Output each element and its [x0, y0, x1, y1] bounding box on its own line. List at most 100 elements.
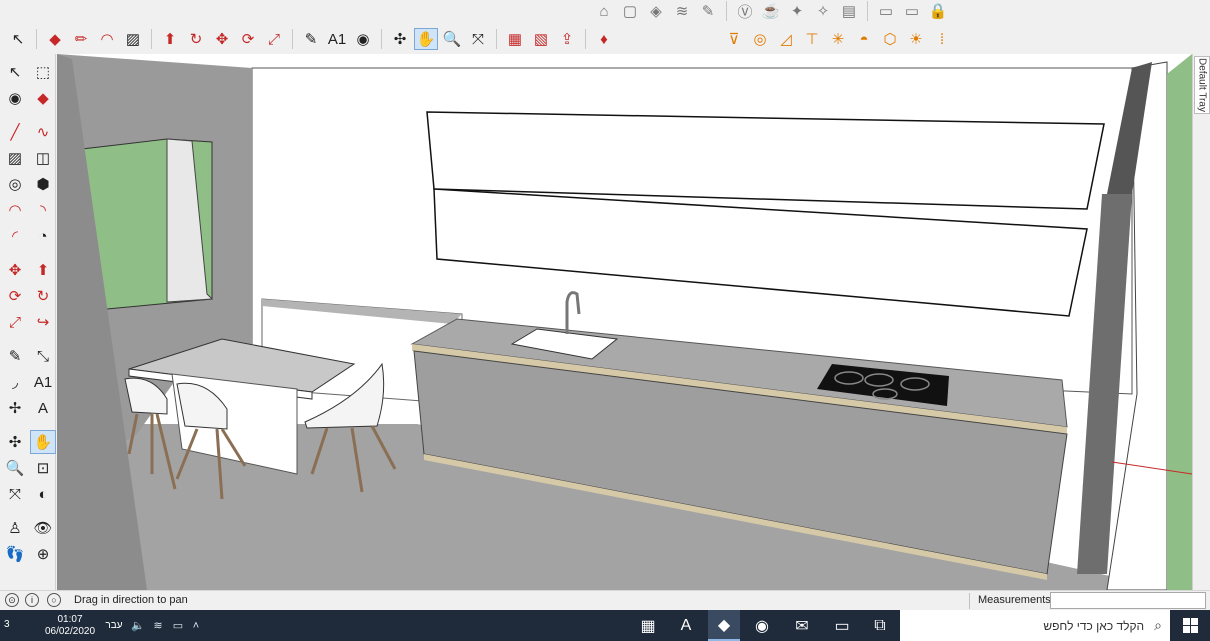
- pan-icon[interactable]: ✋: [30, 430, 56, 454]
- ruby-icon[interactable]: ♦: [592, 28, 616, 50]
- paint-icon[interactable]: ✦: [785, 0, 809, 22]
- sketchup-icon[interactable]: ◆: [708, 610, 740, 641]
- rectangle-tool-icon[interactable]: ▨: [121, 28, 145, 50]
- pie-icon[interactable]: ◔: [30, 224, 56, 248]
- orbit-tool-icon[interactable]: ✣: [388, 28, 412, 50]
- stamp-icon[interactable]: ⊤: [800, 28, 824, 50]
- styles-sandbox-icon[interactable]: ⌂: [592, 0, 616, 22]
- start-button[interactable]: [1170, 610, 1210, 641]
- offset-icon[interactable]: ↪: [30, 310, 56, 334]
- printer-icon[interactable]: ▤: [837, 0, 861, 22]
- info-icon[interactable]: i: [25, 593, 39, 607]
- tape-measure-tool-icon[interactable]: ✎: [299, 28, 323, 50]
- chevron-up-icon[interactable]: ˄: [188, 610, 204, 641]
- orbit-icon[interactable]: ✣: [2, 430, 28, 454]
- pencil-tool-icon[interactable]: ✏: [69, 28, 93, 50]
- sun-icon[interactable]: ☀: [904, 28, 928, 50]
- rotate-icon[interactable]: ⟳: [2, 284, 28, 308]
- pushpull-tool-icon[interactable]: ⬆: [158, 28, 182, 50]
- follow-me-tool-icon[interactable]: ↻: [184, 28, 208, 50]
- grass-icon[interactable]: ≋: [670, 0, 694, 22]
- flip-edge-icon[interactable]: ⬡: [878, 28, 902, 50]
- window2-icon[interactable]: ▭: [900, 0, 924, 22]
- zoom-extents-icon[interactable]: ⤧: [2, 482, 28, 506]
- share-model-icon[interactable]: ⇪: [555, 28, 579, 50]
- zoom-window-icon[interactable]: ⊡: [30, 456, 56, 480]
- line-icon[interactable]: ╱: [2, 120, 28, 144]
- battery-icon[interactable]: ▭: [170, 610, 186, 641]
- previous-view-icon[interactable]: ◐: [30, 482, 56, 506]
- eraser-icon[interactable]: ◆: [30, 86, 56, 110]
- move-tool-icon[interactable]: ✥: [210, 28, 234, 50]
- paint-bucket-icon[interactable]: ◉: [2, 86, 28, 110]
- dimension-icon[interactable]: ⤡: [30, 344, 56, 368]
- section-icon[interactable]: ⦙: [930, 28, 954, 50]
- sandbox-from-contours-icon[interactable]: ⊽: [722, 28, 746, 50]
- move-icon[interactable]: ✥: [2, 258, 28, 282]
- box-iso-icon[interactable]: ◈: [644, 0, 668, 22]
- polygon-icon[interactable]: ⬢: [30, 172, 56, 196]
- rotate-tool-icon[interactable]: ⟳: [236, 28, 260, 50]
- language-indicator[interactable]: עבר: [104, 610, 124, 641]
- notification-count[interactable]: 3: [4, 619, 10, 630]
- look-around-icon[interactable]: 👁: [30, 516, 56, 540]
- lamp-icon[interactable]: ✧: [811, 0, 835, 22]
- pushpull-icon[interactable]: ⬆: [30, 258, 56, 282]
- select-icon[interactable]: ↖: [2, 60, 28, 84]
- arc-tool-icon[interactable]: ◠: [95, 28, 119, 50]
- warehouse-icon[interactable]: ▦: [503, 28, 527, 50]
- component-icon[interactable]: ⬚: [30, 60, 56, 84]
- autocad-icon[interactable]: A: [670, 610, 702, 641]
- circle-icon[interactable]: ◎: [2, 172, 28, 196]
- calculator-icon[interactable]: ▦: [632, 610, 664, 641]
- rotated-rectangle-icon[interactable]: ◫: [30, 146, 56, 170]
- paint-bucket-tool-icon[interactable]: ◉: [351, 28, 375, 50]
- default-tray-tab[interactable]: Default Tray: [1194, 56, 1210, 114]
- volume-icon[interactable]: 🔈: [130, 610, 146, 641]
- chrome-icon[interactable]: ◉: [746, 610, 778, 641]
- feather-icon[interactable]: ✎: [696, 0, 720, 22]
- walk-icon[interactable]: 👣: [2, 542, 28, 566]
- protractor-icon[interactable]: ◞: [2, 370, 28, 394]
- search-input[interactable]: הקלד כאן כדי לחפש ⌕: [900, 610, 1170, 641]
- window-icon[interactable]: ▭: [874, 0, 898, 22]
- freehand-icon[interactable]: ∿: [30, 120, 56, 144]
- zoom-tool-icon[interactable]: 🔍: [440, 28, 464, 50]
- sandbox-from-scratch-icon[interactable]: ◎: [748, 28, 772, 50]
- clock[interactable]: 01:07 06/02/2020: [40, 610, 100, 641]
- rectangle-icon[interactable]: ▨: [2, 146, 28, 170]
- user-icon[interactable]: ○: [47, 593, 61, 607]
- scale-tool-icon[interactable]: ⤢: [262, 28, 286, 50]
- axes-icon[interactable]: ✢: [2, 396, 28, 420]
- task-view-icon[interactable]: ⧉: [864, 610, 896, 641]
- model-viewport[interactable]: [57, 54, 1192, 590]
- zoom-icon[interactable]: 🔍: [2, 456, 28, 480]
- follow-me-icon[interactable]: ↻: [30, 284, 56, 308]
- arc-icon[interactable]: ◠: [2, 198, 28, 222]
- geo-location-icon[interactable]: ⊙: [5, 593, 19, 607]
- text-icon[interactable]: A1: [30, 370, 56, 394]
- 3d-text-icon[interactable]: A: [30, 396, 56, 420]
- add-detail-icon[interactable]: ◓: [852, 28, 876, 50]
- arc3-icon[interactable]: ◜: [2, 224, 28, 248]
- drape-icon[interactable]: ✳: [826, 28, 850, 50]
- text-tool-icon[interactable]: A1: [325, 28, 349, 50]
- file-explorer-icon[interactable]: ▭: [826, 610, 858, 641]
- v-circle-icon[interactable]: Ⓥ: [733, 0, 757, 22]
- teapot-icon[interactable]: ☕: [759, 0, 783, 22]
- wifi-icon[interactable]: ≋: [150, 610, 166, 641]
- zoom-extents-tool-icon[interactable]: ⤧: [466, 28, 490, 50]
- mail-icon[interactable]: ✉: [786, 610, 818, 641]
- section-plane-icon[interactable]: ⊕: [30, 542, 56, 566]
- pan-tool-icon[interactable]: ✋: [414, 28, 438, 50]
- lock-icon[interactable]: 🔒: [926, 0, 950, 22]
- position-camera-icon[interactable]: ♙: [2, 516, 28, 540]
- scale-icon[interactable]: ⤢: [2, 310, 28, 334]
- measurements-input[interactable]: [1050, 592, 1206, 609]
- smoove-icon[interactable]: ◿: [774, 28, 798, 50]
- eraser-tool-icon[interactable]: ◆: [43, 28, 67, 50]
- box-view-icon[interactable]: ▢: [618, 0, 642, 22]
- extension-warehouse-icon[interactable]: ▧: [529, 28, 553, 50]
- tape-measure-icon[interactable]: ✎: [2, 344, 28, 368]
- select-tool-icon[interactable]: ↖: [6, 28, 30, 50]
